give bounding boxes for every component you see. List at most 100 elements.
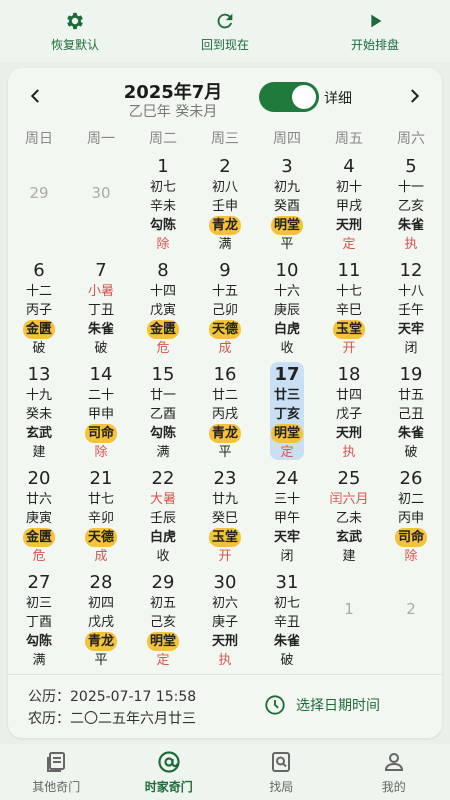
day-cell[interactable]: 20 廿六 庚寅 金匮危 [8,464,70,568]
day-cell[interactable]: 27 初三 丁酉 勾陈满 [8,568,70,672]
day-cell[interactable]: 10 十六 庚辰 白虎收 [256,256,318,360]
day-cell[interactable]: 5 十一 乙亥 朱雀执 [380,152,442,256]
day-cell[interactable]: 1 [318,568,380,672]
day-officer: 破 [94,341,108,356]
nav-label: 其他奇门 [32,779,81,794]
back-to-now-button[interactable]: 回到现在 [160,10,290,53]
day-cell[interactable]: 30 初六 庚子 天刑执 [194,568,256,672]
day-cell[interactable]: 24 三十 甲午 天牢闭 [256,464,318,568]
nav-shijia-qimen[interactable]: 时家奇门 [113,744,226,800]
weekday-label: 周六 [397,131,425,147]
day-officer: 定 [156,653,170,668]
day-cell[interactable]: 8 十四 戊寅 金匮危 [132,256,194,360]
ganzhi-day: 辛卯 [87,511,114,526]
star-god-badge: 朱雀 [87,322,114,337]
day-cell[interactable]: 25 闰六月 乙未 玄武建 [318,464,380,568]
lunar-day: 廿二 [211,388,238,403]
play-icon [371,14,382,27]
lunar-day: 初七 [149,180,176,195]
day-cell[interactable]: 31 初七 辛丑 朱雀破 [256,568,318,672]
day-cell[interactable]: 23 廿九 癸巳 玉堂开 [194,464,256,568]
weekday-label: 周日 [25,131,53,147]
day-cell[interactable]: 7 小暑 丁丑 朱雀破 [70,256,132,360]
day-cell[interactable]: 22 大暑 壬辰 白虎收 [132,464,194,568]
nav-find-chart[interactable]: 找局 [225,744,338,800]
day-cell[interactable]: 15 廿一 乙酉 勾陈满 [132,360,194,464]
calendar-grid: 29 30 1 初七 辛未 勾陈除 2 初八 壬申 青龙满 3 初九 癸酉 明堂平 4 初十 甲戌 天刑定 5 十一乙… [8,152,442,672]
ganzhi-day: 丙子 [25,303,52,318]
next-month-button[interactable] [402,84,426,108]
star-god-badge: 司命 [394,528,427,547]
day-number: 27 [27,572,51,593]
lunar-day: 初七 [273,596,300,611]
day-officer: 破 [404,445,418,460]
day-cell[interactable]: 2 [380,568,442,672]
day-cell[interactable]: 3 初九 癸酉 明堂平 [256,152,318,256]
lunar-day: 十九 [25,388,52,403]
prev-month-button[interactable] [24,84,48,108]
day-officer: 满 [156,445,170,460]
day-number: 21 [89,468,113,489]
day-cell[interactable]: 18 廿四 戊子 天刑执 [318,360,380,464]
star-god-badge: 天刑 [211,634,238,649]
start-chart-button[interactable]: 开始排盘 [310,10,440,53]
day-officer: 建 [342,549,356,564]
ganzhi-day: 壬申 [211,199,238,214]
day-cell[interactable]: 13 十九 癸未 玄武建 [8,360,70,464]
day-cell[interactable]: 26 初二 丙申 司命除 [380,464,442,568]
day-cell[interactable]: 28 初四 戊戌 青龙平 [70,568,132,672]
day-number: 14 [89,364,113,385]
day-cell[interactable]: 4 初十 甲戌 天刑定 [318,152,380,256]
day-cell[interactable]: 14 二十 甲申 司命除 [70,360,132,464]
day-officer: 除 [94,445,108,460]
day-number: 2 [219,156,231,177]
day-cell[interactable]: 30 [70,152,132,256]
day-number: 26 [399,468,423,489]
ganzhi-day: 丁丑 [87,303,114,318]
star-god-badge: 青龙 [208,216,241,235]
day-cell[interactable]: 2 初八 壬申 青龙满 [194,152,256,256]
start-chart-label: 开始排盘 [350,37,399,52]
star-god-badge: 明堂 [270,216,303,235]
day-officer: 收 [280,341,294,356]
ganzhi-day: 丁酉 [25,615,52,630]
day-cell[interactable]: 11 十七 辛巳 玉堂开 [318,256,380,360]
day-officer: 定 [280,445,294,460]
date-info: 公历：2025-07-17 15:58 农历：二〇二五年六月廿三 [28,686,196,730]
day-cell[interactable]: 16 廿二 丙戌 青龙平 [194,360,256,464]
lunar-day: 初六 [211,596,238,611]
day-number: 29 [29,184,49,202]
day-officer: 破 [280,653,294,668]
restore-default-button[interactable]: 恢复默认 [10,10,140,53]
day-number: 29 [151,572,175,593]
at-icon [158,750,180,773]
day-cell[interactable]: 9 十五 己卯 天德成 [194,256,256,360]
nav-mine[interactable]: 我的 [338,744,450,800]
lunar-day: 十四 [149,284,176,299]
day-cell-today[interactable]: 17 廿三 丁亥 明堂定 [256,360,318,464]
ganzhi-day: 乙未 [335,511,362,526]
day-cell[interactable]: 1 初七 辛未 勾陈除 [132,152,194,256]
star-god-badge: 明堂 [270,424,303,443]
lunar-day: 三十 [273,492,300,507]
pick-datetime-button[interactable]: 选择日期时间 [264,694,380,716]
day-officer: 闭 [404,341,418,356]
day-number: 23 [213,468,237,489]
day-cell[interactable]: 12 十八 壬午 天牢闭 [380,256,442,360]
nav-other-qimen[interactable]: 其他奇门 [0,744,113,800]
chevron-left-icon [30,89,39,103]
day-cell[interactable]: 6 十二 丙子 金匮破 [8,256,70,360]
day-officer: 满 [218,237,232,252]
day-cell[interactable]: 21 廿七 辛卯 天德成 [70,464,132,568]
star-god-badge: 勾陈 [149,218,176,233]
day-cell[interactable]: 19 廿五 己丑 朱雀破 [380,360,442,464]
calendar-header: 2025年7月 乙巳年 癸未月 详细 [8,68,442,124]
ganzhi-day: 癸未 [25,407,52,422]
detail-toggle[interactable] [259,82,319,112]
day-officer: 除 [156,237,170,252]
ganzhi-day: 癸巳 [211,511,238,526]
restore-default-label: 恢复默认 [50,37,99,52]
day-cell[interactable]: 29 [8,152,70,256]
day-cell[interactable]: 29 初五 己亥 明堂定 [132,568,194,672]
ganzhi-day: 壬午 [397,303,424,318]
